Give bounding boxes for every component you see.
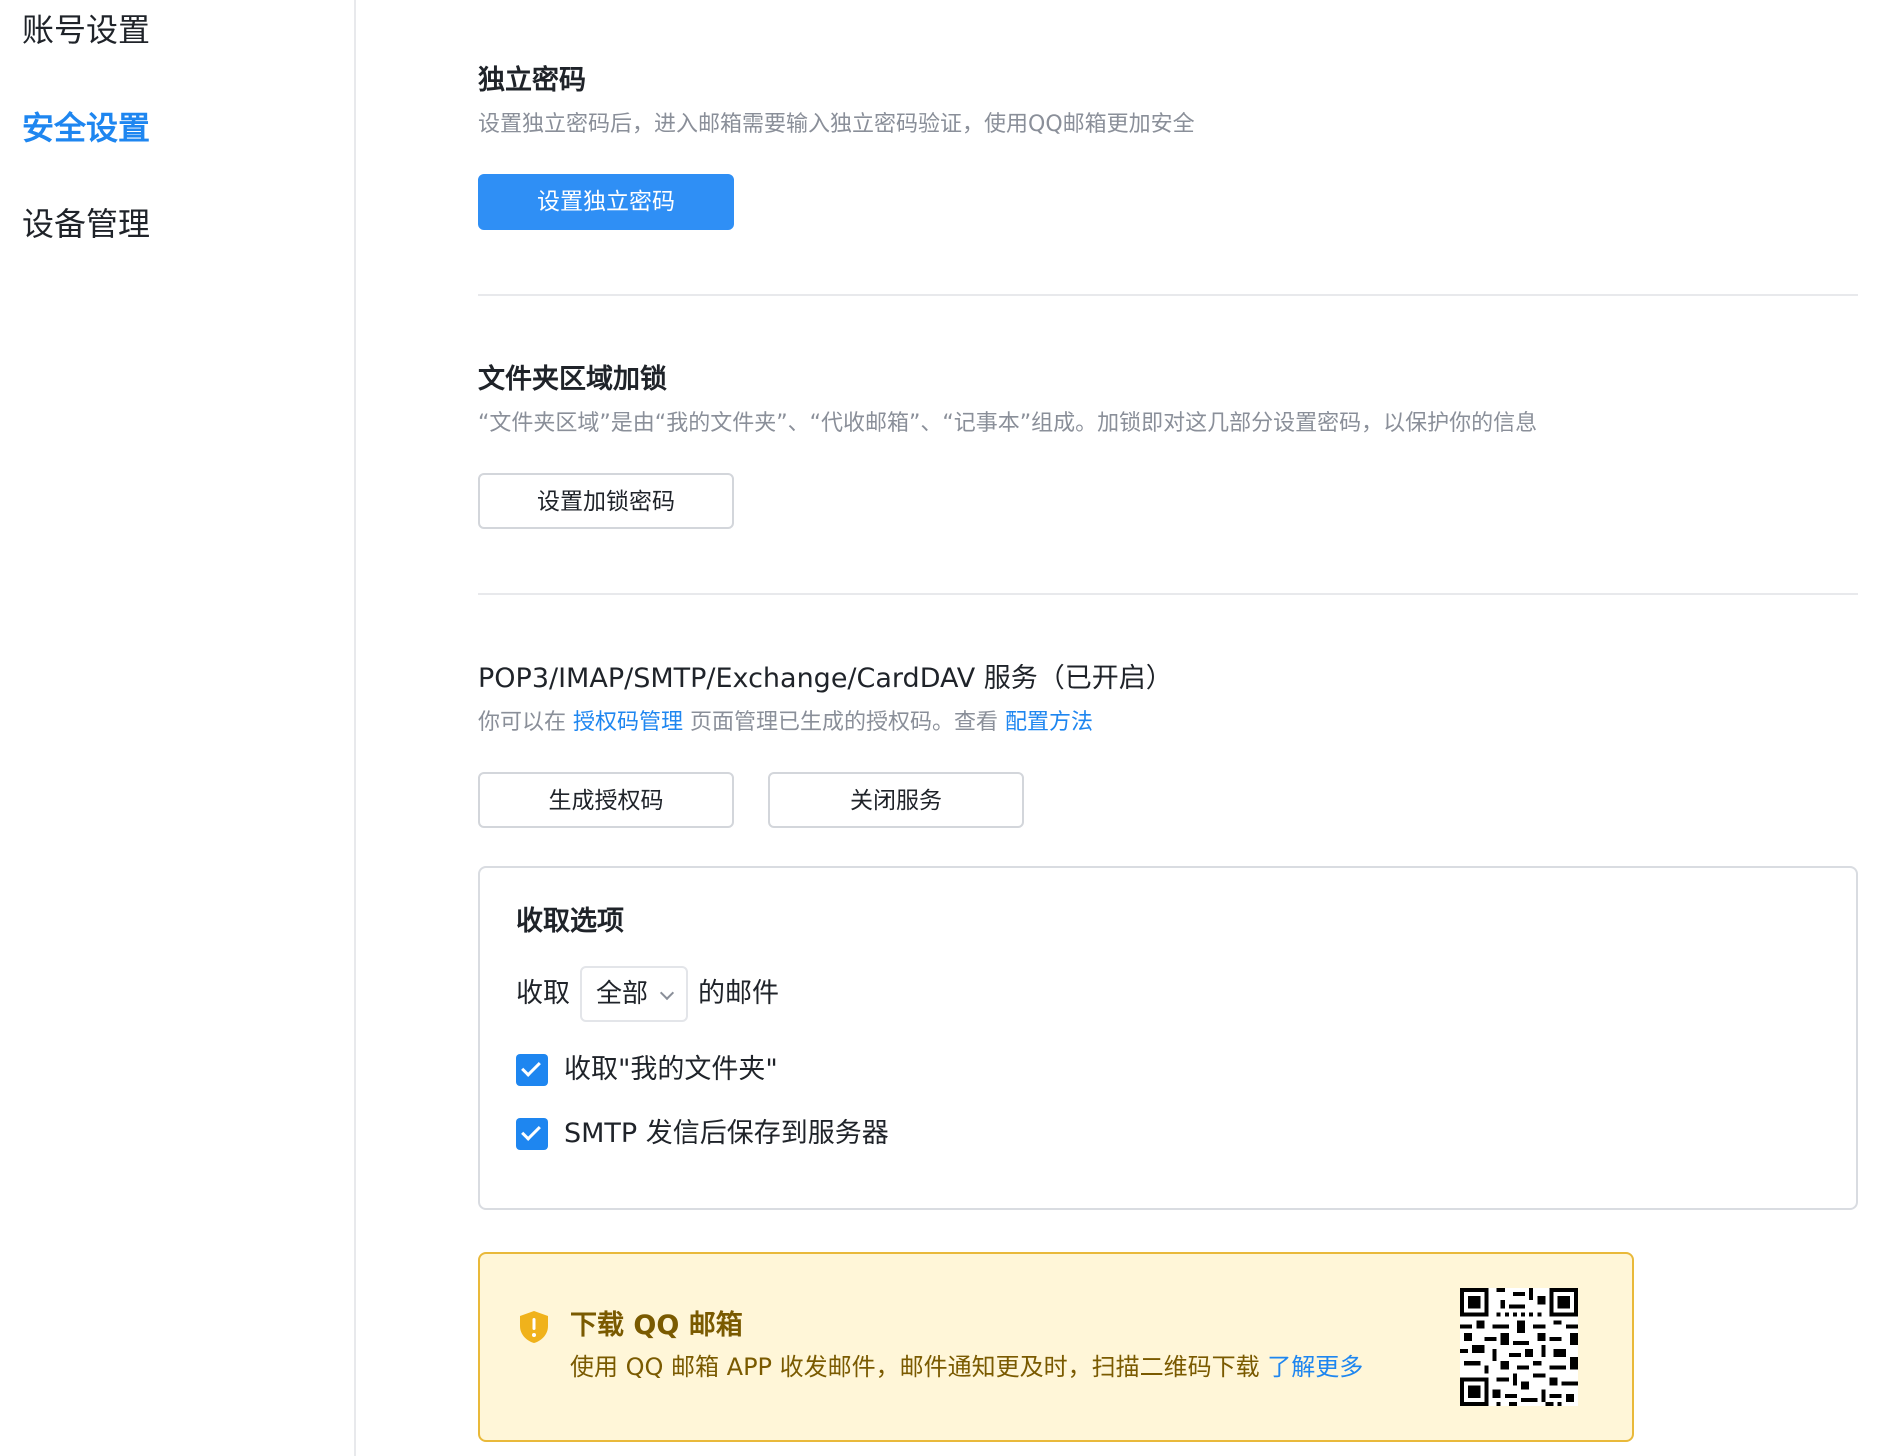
receive-suffix-label: 的邮件 [698,978,779,1009]
receive-options-title: 收取选项 [516,906,624,937]
receive-scope-select[interactable]: 全部 [580,966,688,1022]
learn-more-link[interactable]: 了解更多 [1267,1353,1363,1381]
chevron-down-icon [659,985,675,1001]
promo-description: 使用 QQ 邮箱 APP 收发邮件，邮件通知更及时，扫描二维码下载 了解更多 [570,1350,1363,1384]
sidebar: 账号设置 安全设置 设备管理 [0,0,356,1456]
section-divider [478,294,1858,296]
independent-password-description: 设置独立密码后，进入邮箱需要输入独立密码验证，使用QQ邮箱更加安全 [478,112,1195,137]
services-desc-prefix: 你可以在 [478,710,573,735]
folder-lock-description: “文件夹区域”是由“我的文件夹”、“代收邮箱”、“记事本”组成。加锁即对这几部分… [478,411,1538,436]
sidebar-item-devices[interactable]: 设备管理 [22,204,150,244]
sidebar-item-account[interactable]: 账号设置 [22,10,150,50]
receive-options-box: 收取选项 收取 全部 的邮件 收取"我的文件夹" SMTP 发信后保存到服务器 [478,866,1858,1210]
receive-scope-value: 全部 [596,979,649,1009]
receive-prefix-label: 收取 [516,978,570,1009]
checkbox-row-my-folders[interactable]: 收取"我的文件夹" [516,1052,1416,1088]
config-method-link[interactable]: 配置方法 [1005,710,1093,735]
main-content: 独立密码 设置独立密码后，进入邮箱需要输入独立密码验证，使用QQ邮箱更加安全 设… [478,0,1858,1456]
services-description: 你可以在 授权码管理 页面管理已生成的授权码。查看 配置方法 [478,708,1093,738]
close-service-button[interactable]: 关闭服务 [768,772,1024,828]
app-window: 账号设置 安全设置 设备管理 独立密码 设置独立密码后，进入邮箱需要输入独立密码… [0,0,1890,1456]
auth-code-management-link[interactable]: 授权码管理 [573,710,683,735]
promo-description-text: 使用 QQ 邮箱 APP 收发邮件，邮件通知更及时，扫描二维码下载 [570,1353,1268,1381]
download-app-banner: 下载 QQ 邮箱 使用 QQ 邮箱 APP 收发邮件，邮件通知更及时，扫描二维码… [478,1252,1634,1442]
sidebar-item-security[interactable]: 安全设置 [22,108,150,148]
section-divider [478,593,1858,595]
shield-icon [520,1311,548,1343]
checkbox-row-smtp-save[interactable]: SMTP 发信后保存到服务器 [516,1116,1416,1152]
qr-code-icon [1460,1288,1578,1406]
services-desc-middle: 页面管理已生成的授权码。查看 [683,710,1006,735]
services-title: POP3/IMAP/SMTP/Exchange/CardDAV 服务（已开启） [478,663,1173,694]
checkbox-checked-icon[interactable] [516,1054,548,1086]
set-lock-password-button[interactable]: 设置加锁密码 [478,473,734,529]
set-independent-password-button[interactable]: 设置独立密码 [478,174,734,230]
generate-auth-code-button[interactable]: 生成授权码 [478,772,734,828]
independent-password-title: 独立密码 [478,65,586,96]
folder-lock-title: 文件夹区域加锁 [478,364,667,395]
promo-title: 下载 QQ 邮箱 [570,1310,743,1341]
checkbox-checked-icon[interactable] [516,1118,548,1150]
receive-scope-row: 收取 全部 的邮件 [516,966,1116,1022]
checkbox-label: 收取"我的文件夹" [564,1054,778,1085]
checkbox-label: SMTP 发信后保存到服务器 [564,1118,889,1149]
